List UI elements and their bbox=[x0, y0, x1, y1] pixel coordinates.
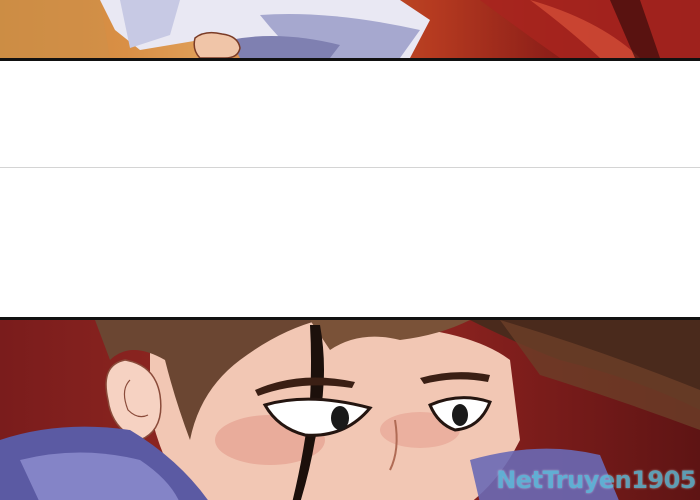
pupil-right bbox=[452, 404, 468, 426]
pupil-left bbox=[331, 406, 349, 430]
top-panel-art bbox=[0, 0, 700, 58]
gutter-divider bbox=[0, 167, 700, 168]
left-background bbox=[0, 0, 110, 58]
comic-page: NetTruyen1905 bbox=[0, 0, 700, 500]
top-panel bbox=[0, 0, 700, 61]
bottom-panel: NetTruyen1905 bbox=[0, 317, 700, 500]
watermark-text: NetTruyen1905 bbox=[496, 466, 696, 494]
panel-gutter bbox=[0, 61, 700, 317]
